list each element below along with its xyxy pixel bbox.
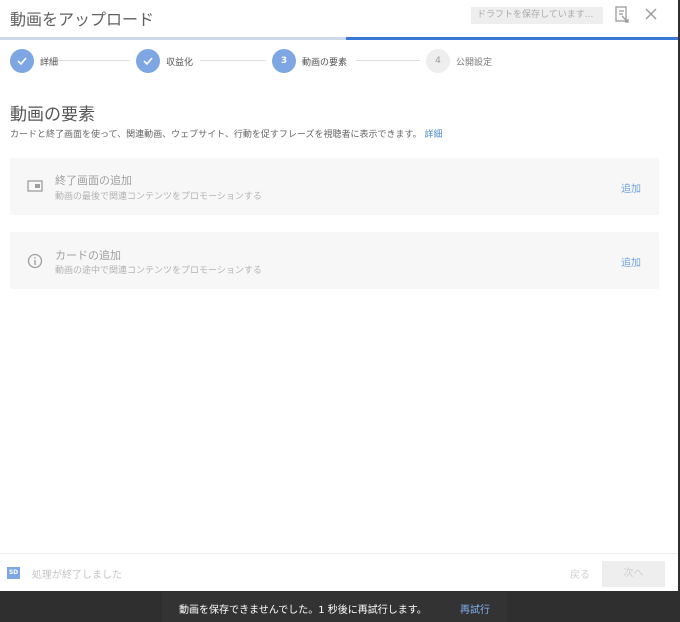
upload-progress-bar [0,37,678,40]
description-text: カードと終了画面を使って、関連動画、ウェブサイト、行動を促すフレーズを視聴者に表… [10,130,422,140]
step-video-elements[interactable]: 3 動画の要素 [272,49,347,73]
step-details[interactable]: 詳細 [10,49,58,73]
learn-more-link[interactable]: 詳細 [424,130,442,140]
step-number: 3 [272,49,296,73]
sd-badge: SD [7,567,20,579]
cards-card: カードの追加 動画の途中で関連コンテンツをプロモーションする 追加 [10,232,659,289]
card-title: カードの追加 [55,249,121,262]
next-button[interactable]: 次へ [602,561,665,587]
end-screen-card: 終了画面の追加 動画の最後で関連コンテンツをプロモーションする 追加 [10,158,659,215]
draft-status: ドラフトを保存しています... [471,7,603,24]
snackbar-message: 動画を保存できませんでした。1 秒後に再試行します。 [179,605,427,616]
upload-progress-fill [0,37,346,40]
step-label: 動画の要素 [302,57,348,68]
card-title: 終了画面の追加 [55,174,132,187]
feedback-icon[interactable] [614,5,630,25]
step-connector [200,60,266,61]
close-icon[interactable] [643,5,659,23]
card-subtitle: 動画の最後で関連コンテンツをプロモーションする [55,192,262,202]
info-icon [27,253,43,269]
stepper: 詳細 収益化 3 動画の要素 4 公開設定 [0,47,678,75]
page-title: 動画の要素 [10,105,95,125]
upload-progress-track [346,37,678,40]
upload-dialog: 動画をアップロード ドラフトを保存しています... 詳細 収益化 3 動画の要素… [0,0,678,591]
end-screen-icon [27,178,43,194]
step-label: 収益化 [166,57,194,68]
add-card-button[interactable]: 追加 [621,254,641,269]
retry-button[interactable]: 再試行 [460,601,490,616]
step-label: 公開設定 [456,57,493,68]
step-monetization[interactable]: 収益化 [136,49,193,73]
checkmark-icon [10,49,34,73]
dialog-header: 動画をアップロード ドラフトを保存しています... [0,0,678,38]
processing-status: 処理が終了しました [32,570,122,581]
step-visibility[interactable]: 4 公開設定 [426,49,492,73]
checkmark-icon [136,49,160,73]
card-subtitle: 動画の途中で関連コンテンツをプロモーションする [55,266,262,276]
add-end-screen-button[interactable]: 追加 [621,180,641,195]
dialog-footer: SD 処理が終了しました 戻る 次へ [0,553,678,591]
step-connector [356,60,420,61]
step-number: 4 [426,49,450,73]
snackbar: 動画を保存できませんでした。1 秒後に再試行します。 再試行 [162,592,507,622]
step-label: 詳細 [40,57,59,68]
back-button[interactable]: 戻る [570,566,590,581]
dialog-title: 動画をアップロード [10,10,155,29]
page-description: カードと終了画面を使って、関連動画、ウェブサイト、行動を促すフレーズを視聴者に表… [10,127,442,140]
